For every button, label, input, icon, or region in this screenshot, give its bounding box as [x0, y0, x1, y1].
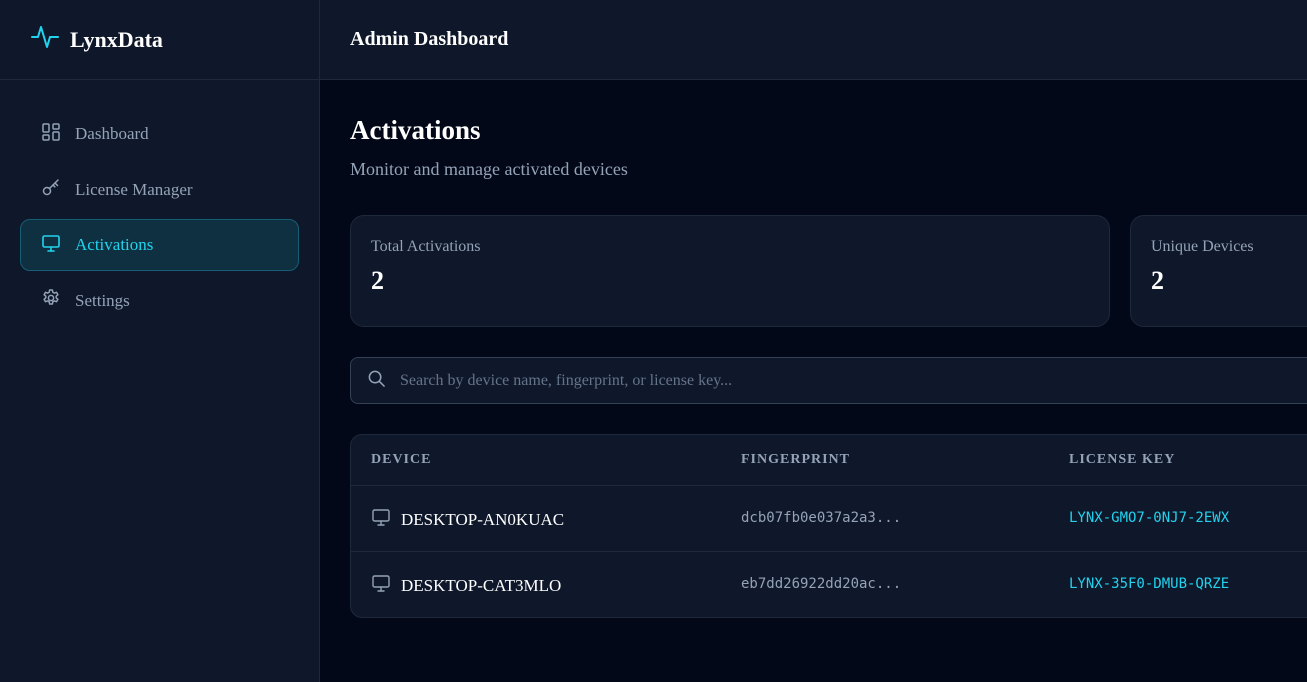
search-bar[interactable] [350, 357, 1307, 404]
page-title: Activations [350, 115, 481, 145]
stat-value: 2 [1151, 266, 1164, 295]
sidebar-item-label: Activations [75, 235, 154, 254]
search-icon [367, 369, 386, 393]
column-header-license-key[interactable]: LICENSE KEY [1069, 452, 1175, 468]
key-icon [41, 177, 61, 202]
dashboard-grid-icon [41, 122, 61, 147]
device-name: DESKTOP-CAT3MLO [401, 575, 562, 595]
brand-name: LynxData [70, 26, 163, 52]
sidebar-item-license-manager[interactable]: License Manager [20, 164, 299, 216]
license-key-cell[interactable]: LYNX-GMO7-0NJ7-2EWX [1069, 510, 1229, 526]
column-header-device[interactable]: DEVICE [371, 452, 431, 468]
table-row[interactable]: DESKTOP-AN0KUAC dcb07fb0e037a2a3... LYNX… [351, 486, 1307, 552]
sidebar-item-activations[interactable]: Activations [20, 219, 299, 271]
stat-card-total-activations: Total Activations 2 [350, 215, 1110, 327]
table-row[interactable]: DESKTOP-CAT3MLO eb7dd26922dd20ac... LYNX… [351, 552, 1307, 617]
license-key-cell[interactable]: LYNX-35F0-DMUB-QRZE [1069, 576, 1229, 592]
activations-table: DEVICE FINGERPRINT LICENSE KEY DESKTOP-A… [350, 434, 1307, 618]
sidebar-nav: Dashboard License Manager Activations Se… [0, 80, 319, 327]
page-subtitle: Monitor and manage activated devices [350, 159, 628, 179]
brand[interactable]: LynxData [0, 0, 319, 80]
stat-value: 2 [371, 266, 384, 295]
table-header: DEVICE FINGERPRINT LICENSE KEY [351, 435, 1307, 486]
sidebar-item-label: Dashboard [75, 124, 149, 143]
monitor-icon [371, 573, 391, 598]
sidebar-item-dashboard[interactable]: Dashboard [20, 108, 299, 160]
fingerprint-cell: dcb07fb0e037a2a3... [741, 510, 902, 526]
device-name: DESKTOP-AN0KUAC [401, 509, 565, 529]
stat-label: Unique Devices [1151, 238, 1254, 255]
gear-icon [41, 288, 61, 313]
sidebar-item-label: Settings [75, 290, 130, 310]
device-cell: DESKTOP-CAT3MLO [371, 573, 561, 598]
sidebar-item-settings[interactable]: Settings [20, 275, 299, 327]
stat-card-unique-devices: Unique Devices 2 [1130, 215, 1307, 327]
stat-label: Total Activations [371, 238, 481, 255]
monitor-icon [41, 233, 61, 258]
monitor-icon [371, 507, 391, 532]
sidebar-item-label: License Manager [75, 179, 193, 199]
pulse-logo-icon [30, 22, 60, 57]
header-title: Admin Dashboard [350, 28, 509, 50]
device-cell: DESKTOP-AN0KUAC [371, 507, 564, 532]
sidebar: LynxData Dashboard License Manager Activ… [0, 0, 320, 682]
top-header: Admin Dashboard [320, 0, 1307, 80]
app-root: LynxData Dashboard License Manager Activ… [0, 0, 1307, 682]
column-header-fingerprint[interactable]: FINGERPRINT [741, 452, 850, 468]
search-input[interactable] [400, 371, 1280, 390]
fingerprint-cell: eb7dd26922dd20ac... [741, 576, 902, 592]
